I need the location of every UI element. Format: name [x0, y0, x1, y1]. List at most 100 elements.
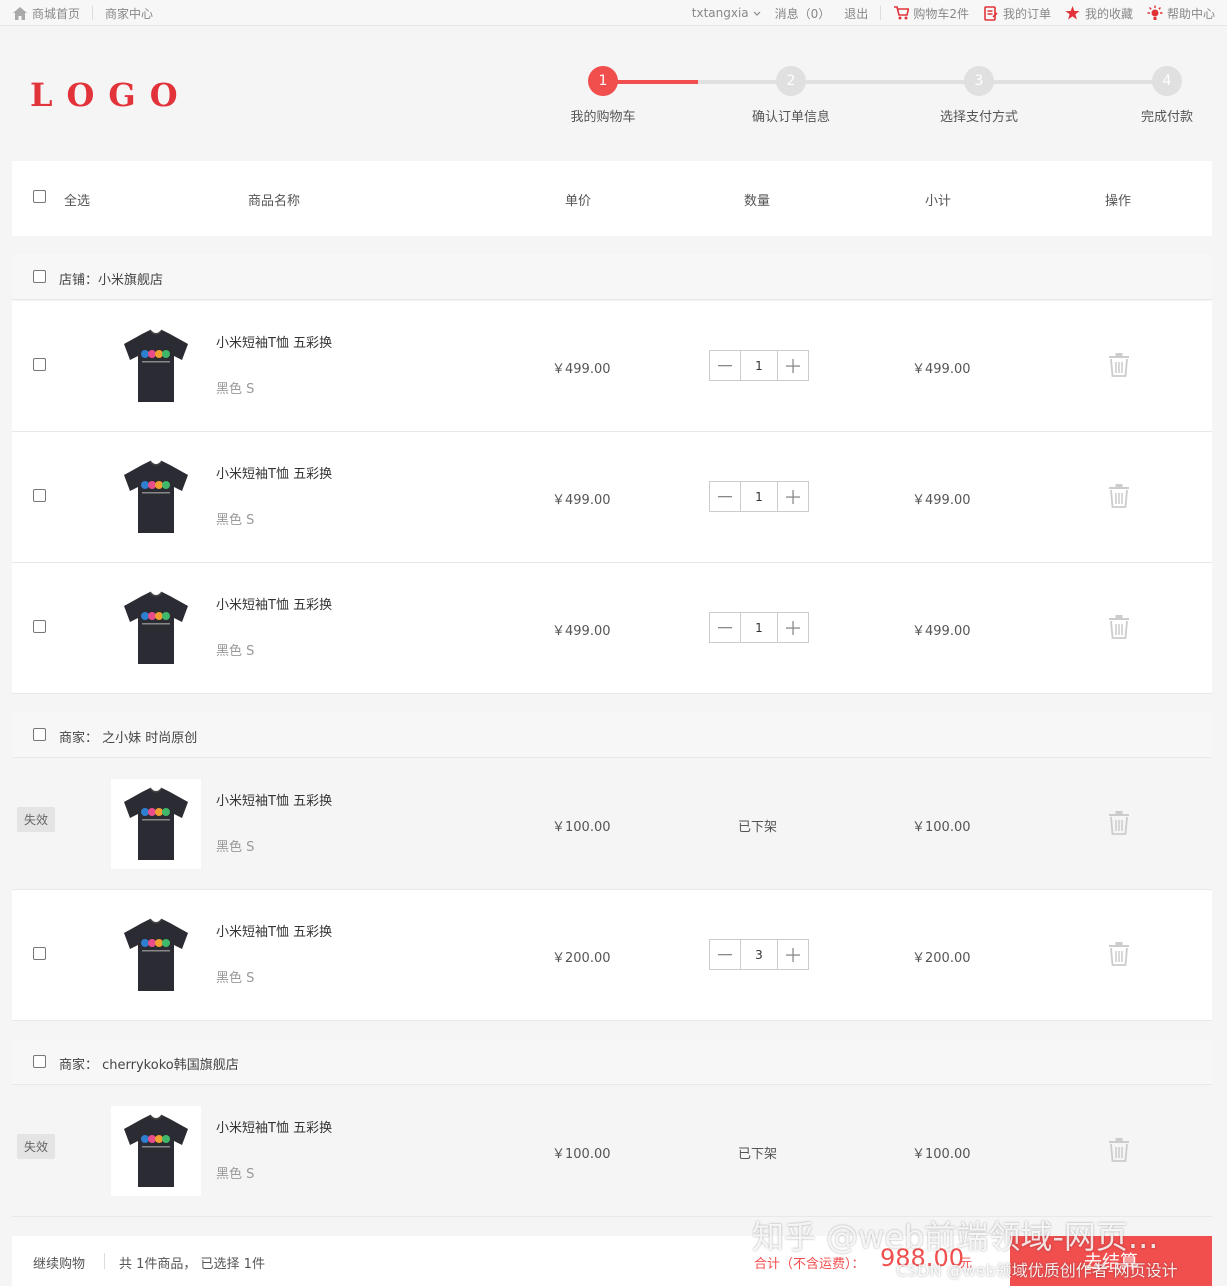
quantity-input[interactable]: 1	[740, 351, 778, 380]
product-name[interactable]: 小米短袖T恤 五彩换	[216, 1117, 332, 1136]
unit-price: ￥499.00	[552, 624, 611, 639]
help-link-label: 帮助中心	[1166, 6, 1215, 21]
zhihu-watermark: 知乎 @web前端领域-网页...	[752, 1218, 1159, 1256]
tshirt-image	[124, 918, 188, 991]
product-thumbnail[interactable]	[111, 321, 201, 411]
divider	[92, 6, 94, 20]
column-header-action: 操作	[1105, 194, 1132, 209]
invalid-badge: 失效	[17, 807, 56, 832]
order-icon	[983, 5, 999, 21]
shop-name: 店铺：小米旗舰店	[59, 273, 164, 288]
shop-header: 商家： cherrykoko韩国旗舰店	[12, 1039, 1212, 1085]
divider	[104, 1253, 105, 1269]
shop-checkbox[interactable]	[33, 270, 46, 283]
orders-link-label: 我的订单	[1002, 6, 1051, 21]
minus-icon[interactable]	[710, 351, 740, 380]
minus-icon[interactable]	[710, 482, 740, 511]
quantity-input[interactable]: 1	[740, 613, 778, 642]
unit-price: ￥200.00	[552, 951, 611, 966]
product-spec: 黑色 S	[216, 644, 255, 659]
plus-icon[interactable]	[778, 940, 808, 969]
continue-shopping-link[interactable]: 继续购物	[33, 1253, 85, 1272]
merchant-center-link[interactable]: 商家中心	[105, 5, 153, 22]
home-link-label: 商城首页	[32, 6, 81, 21]
site-logo[interactable]: LOGO	[30, 76, 192, 114]
quantity-stepper: 3	[709, 939, 809, 970]
trash-icon[interactable]	[1108, 942, 1130, 966]
select-all-checkbox[interactable]	[33, 190, 46, 203]
logout-link[interactable]: 退出	[844, 5, 868, 22]
plus-icon[interactable]	[778, 613, 808, 642]
cart-item-row-invalid: 失效 小米短袖T恤 五彩换 黑色 S ￥100.00 已下架 ￥100.00	[12, 1086, 1212, 1217]
step-2-dot: 2	[776, 66, 806, 96]
step-4-dot: 4	[1152, 66, 1182, 96]
star-icon	[1065, 5, 1081, 21]
trash-icon[interactable]	[1108, 811, 1130, 835]
subtotal: ￥100.00	[912, 820, 971, 835]
plus-icon[interactable]	[778, 351, 808, 380]
subtotal: ￥499.00	[912, 493, 971, 508]
column-header-subtotal: 小计	[925, 194, 952, 209]
cart-link[interactable]: 购物车2件	[893, 5, 969, 22]
item-checkbox[interactable]	[33, 947, 46, 960]
step-1-label: 我的购物车	[570, 110, 636, 125]
top-nav-bar: 商城首页 商家中心 txtangxia 消息（0） 退出 购物车2件 我的订单	[0, 0, 1227, 26]
favorites-link-label: 我的收藏	[1084, 6, 1133, 21]
quantity-input[interactable]: 3	[740, 940, 778, 969]
quantity-stepper: 1	[709, 350, 809, 381]
quantity-input[interactable]: 1	[740, 482, 778, 511]
messages-link[interactable]: 消息（0）	[775, 5, 831, 22]
product-name[interactable]: 小米短袖T恤 五彩换	[216, 921, 332, 940]
minus-icon[interactable]	[710, 940, 740, 969]
product-spec: 黑色 S	[216, 971, 255, 986]
subtotal: ￥200.00	[912, 951, 971, 966]
select-all-label[interactable]: 全选	[64, 190, 90, 209]
product-spec: 黑色 S	[216, 1167, 255, 1182]
product-thumbnail[interactable]	[111, 910, 201, 1000]
step-2-label: 确认订单信息	[751, 110, 831, 125]
product-name[interactable]: 小米短袖T恤 五彩换	[216, 332, 332, 351]
product-name[interactable]: 小米短袖T恤 五彩换	[216, 463, 332, 482]
column-header-qty: 数量	[744, 194, 771, 209]
cart-icon	[893, 5, 909, 21]
username: txtangxia	[691, 6, 749, 20]
product-spec: 黑色 S	[216, 513, 255, 528]
cart-item-row: 小米短袖T恤 五彩换 黑色 S ￥499.00 1 ￥499.00	[12, 432, 1212, 563]
trash-icon[interactable]	[1108, 484, 1130, 508]
home-link[interactable]: 商城首页	[12, 5, 80, 22]
trash-icon[interactable]	[1108, 615, 1130, 639]
product-thumbnail[interactable]	[111, 452, 201, 542]
product-name[interactable]: 小米短袖T恤 五彩换	[216, 790, 332, 809]
product-thumbnail[interactable]	[111, 583, 201, 673]
step-3-label: 选择支付方式	[939, 110, 1019, 125]
product-name[interactable]: 小米短袖T恤 五彩换	[216, 594, 332, 613]
shop-name: 商家： cherrykoko韩国旗舰店	[59, 1058, 239, 1073]
minus-icon[interactable]	[710, 613, 740, 642]
help-link[interactable]: 帮助中心	[1147, 5, 1215, 22]
item-checkbox[interactable]	[33, 358, 46, 371]
column-header-name: 商品名称	[248, 194, 301, 209]
divider	[880, 6, 882, 20]
orders-link[interactable]: 我的订单	[983, 5, 1051, 22]
trash-icon[interactable]	[1108, 1138, 1130, 1162]
cart-link-label: 购物车2件	[913, 6, 969, 21]
shop-checkbox[interactable]	[33, 728, 46, 741]
plus-icon[interactable]	[778, 482, 808, 511]
home-icon	[12, 5, 28, 21]
item-checkbox[interactable]	[33, 489, 46, 502]
trash-icon[interactable]	[1108, 353, 1130, 377]
subtotal: ￥499.00	[912, 624, 971, 639]
cart-item-row: 小米短袖T恤 五彩换 黑色 S ￥200.00 3 ￥200.00	[12, 890, 1212, 1021]
shop-checkbox[interactable]	[33, 1055, 46, 1068]
cart-item-row-invalid: 失效 小米短袖T恤 五彩换 黑色 S ￥100.00 已下架 ￥100.00	[12, 759, 1212, 890]
tshirt-image	[124, 591, 188, 664]
user-menu[interactable]: txtangxia	[692, 6, 761, 20]
product-thumbnail[interactable]	[111, 779, 201, 869]
chevron-down-icon	[753, 6, 761, 20]
item-checkbox[interactable]	[33, 620, 46, 633]
quantity-stepper: 1	[709, 612, 809, 643]
favorites-link[interactable]: 我的收藏	[1065, 5, 1133, 22]
selection-count: 共 1件商品， 已选择 1件	[119, 1257, 265, 1272]
product-thumbnail[interactable]	[111, 1106, 201, 1196]
unit-price: ￥100.00	[552, 1147, 611, 1162]
